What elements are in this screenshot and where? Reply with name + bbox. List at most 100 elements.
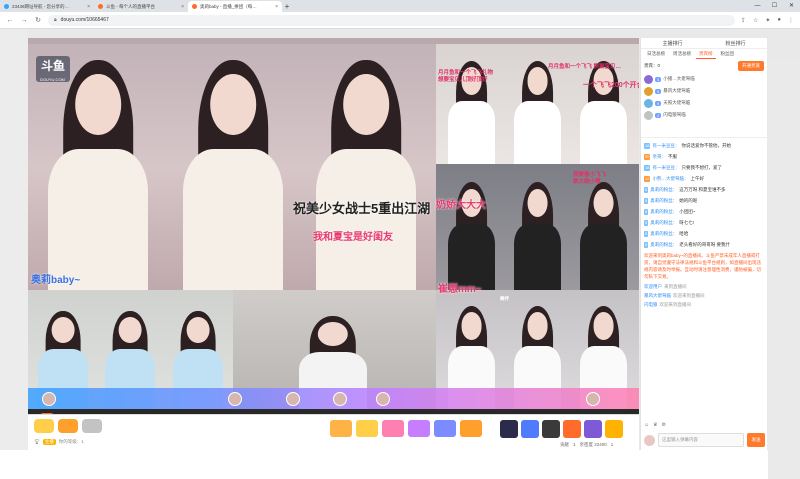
chat-user[interactable]: 奥莉的粉丝： bbox=[650, 206, 677, 217]
room-announcement: 欢迎来到奥莉baby~的直播间。斗鱼严禁未成年人直播或打赏，请自觉遵守法律法规和… bbox=[644, 253, 761, 279]
gift-item[interactable] bbox=[356, 420, 378, 437]
chat-message[interactable]: 18 有一米豆豆： 只要我不想打，爱了 bbox=[644, 162, 765, 173]
new-tab-button[interactable]: + bbox=[282, 2, 292, 12]
chat-text: 小团团~ bbox=[679, 209, 696, 214]
open-noble-button[interactable]: 开通贵族 bbox=[738, 61, 764, 71]
send-button[interactable]: 发送 bbox=[747, 433, 765, 447]
noble-row[interactable]: 3 小猪…大佬驾临 bbox=[644, 73, 764, 85]
extensions-icon[interactable]: ✦ bbox=[765, 17, 770, 24]
enter-user[interactable]: 闪电狼 bbox=[644, 300, 658, 309]
chat-text: 不服 bbox=[667, 154, 677, 159]
sub-tab-vip[interactable]: 贵宾榜 bbox=[696, 50, 716, 59]
enter-text: 欢迎来到直播间 bbox=[673, 293, 705, 298]
chat-message[interactable]: 12 小熊…大佬驾临： 上午好 bbox=[644, 173, 765, 184]
gift-item[interactable] bbox=[605, 420, 623, 438]
bookmark-star-icon[interactable]: ☆ bbox=[753, 17, 758, 24]
chat-panel[interactable]: 18 有一米豆豆： 你说话爱你不管他，开始 20 亲哥： 不服 18 有一米豆豆… bbox=[641, 137, 768, 420]
fan-badge-icon[interactable]: ♛ bbox=[653, 422, 657, 430]
browser-tab-1[interactable]: 斗鱼 - 每个人的直播平台 × bbox=[94, 1, 188, 12]
chat-message[interactable]: 5 奥莉的粉丝： 哈哈 bbox=[644, 228, 765, 239]
gift-item[interactable] bbox=[330, 420, 352, 437]
noble-row[interactable]: 2 闪电狼驾临 bbox=[644, 109, 764, 121]
host-avatar[interactable] bbox=[333, 392, 347, 406]
vip-count: 贵宾：0 bbox=[644, 63, 661, 68]
stream-video[interactable]: 斗鱼 DOUYU.COM 祝美少女战士5重出江湖 我和夏宝是好闺友 奥莉baby… bbox=[28, 38, 639, 415]
reload-icon[interactable]: ↻ bbox=[34, 16, 42, 24]
browser-tab-0[interactable]: 23436网址导航 - 您分享的… × bbox=[0, 1, 94, 12]
chat-user[interactable]: 有一米豆豆： bbox=[652, 162, 679, 173]
video-player[interactable]: 斗鱼 DOUYU.COM 祝美少女战士5重出江湖 我和夏宝是好闺友 奥莉baby… bbox=[28, 38, 639, 443]
lock-icon: 🔒︎ bbox=[54, 17, 57, 23]
chat-user[interactable]: 奥莉的粉丝： bbox=[650, 228, 677, 239]
gift-item[interactable] bbox=[408, 420, 430, 437]
browser-tabbar: 23436网址导航 - 您分享的… × 斗鱼 - 每个人的直播平台 × 奥莉ba… bbox=[0, 0, 800, 12]
sub-tab-fanclub[interactable]: 粉丝团 bbox=[718, 50, 738, 58]
chat-message[interactable]: 5 奥莉的粉丝： 她的的呢 bbox=[644, 195, 765, 206]
chat-user[interactable]: 有一米豆豆： bbox=[652, 140, 679, 151]
sub-tab-weekly[interactable]: 周活总榜 bbox=[670, 50, 694, 58]
user-level-badge: 5 bbox=[644, 186, 649, 193]
gift-btn[interactable] bbox=[34, 419, 54, 433]
back-icon[interactable]: ← bbox=[6, 17, 14, 24]
tab-host-rank[interactable]: 主播排行 bbox=[662, 40, 682, 47]
enter-user[interactable]: 欢迎用户 bbox=[644, 282, 662, 291]
host-avatar[interactable] bbox=[586, 392, 600, 406]
noble-level: 9 bbox=[655, 100, 662, 106]
host-avatar[interactable] bbox=[42, 392, 56, 406]
chat-input[interactable]: 这里输入弹幕内容 bbox=[658, 433, 744, 447]
noble-badge-icon bbox=[644, 110, 653, 120]
close-tab-icon[interactable]: × bbox=[275, 4, 278, 10]
browser-tab-2[interactable]: 奥莉baby - 直播_拼团（每… × bbox=[188, 1, 282, 12]
gift-item[interactable] bbox=[460, 420, 482, 437]
enter-user[interactable]: 暴风大佬驾临 bbox=[644, 291, 671, 300]
profile-icon[interactable]: ● bbox=[777, 17, 781, 24]
avatar[interactable] bbox=[644, 434, 655, 446]
chat-user[interactable]: 奥莉的粉丝： bbox=[650, 195, 677, 206]
chat-message[interactable]: 5 奥莉的粉丝： 这万万呀 和夏宝谁不多 bbox=[644, 184, 765, 195]
gift-item[interactable] bbox=[434, 420, 456, 437]
video-panel-mid-right bbox=[436, 164, 639, 290]
emoji-icon[interactable]: ☺ bbox=[644, 422, 649, 430]
gift-item[interactable] bbox=[584, 420, 602, 438]
chat-message[interactable]: 5 奥莉的粉丝： 呀七七! bbox=[644, 217, 765, 228]
overlay-name-1: 奥莉baby~ bbox=[31, 275, 81, 286]
toolbar-icons: ⇪ ☆ ✦ ● ⋮ bbox=[741, 17, 794, 24]
tab-favicon bbox=[4, 4, 9, 9]
close-tab-icon[interactable]: × bbox=[181, 4, 184, 10]
forward-icon[interactable]: → bbox=[20, 17, 28, 24]
chat-user[interactable]: 小熊…大佬驾临： bbox=[652, 173, 688, 184]
menu-icon[interactable]: ⋮ bbox=[788, 17, 794, 24]
noble-row[interactable]: 5 暴风大佬驾临 bbox=[644, 85, 764, 97]
chat-user[interactable]: 奥莉的粉丝： bbox=[650, 217, 677, 228]
host-avatar[interactable] bbox=[228, 392, 242, 406]
user-level-badge: 20 bbox=[644, 153, 651, 160]
chat-user[interactable]: 奥莉的粉丝： bbox=[650, 184, 677, 195]
gift-item[interactable] bbox=[563, 420, 581, 438]
gift-item[interactable] bbox=[382, 420, 404, 437]
close-window-icon[interactable]: ✕ bbox=[783, 0, 800, 12]
chat-user[interactable]: 奥莉的粉丝： bbox=[650, 239, 677, 250]
gift-item[interactable] bbox=[542, 420, 560, 438]
host-avatar[interactable] bbox=[376, 392, 390, 406]
sub-tab-daily[interactable]: 日活总榜 bbox=[644, 50, 668, 58]
host-avatar[interactable] bbox=[286, 392, 300, 406]
maximize-icon[interactable]: ☐ bbox=[766, 0, 783, 12]
overlay-dance-label: 舞伴 bbox=[500, 296, 509, 301]
gift-items bbox=[330, 420, 482, 437]
barrage-settings-icon[interactable]: ⚙ bbox=[662, 422, 666, 430]
chat-message[interactable]: 5 奥莉的粉丝： 小团团~ bbox=[644, 206, 765, 217]
gift-btn[interactable] bbox=[82, 419, 102, 433]
gift-btn[interactable] bbox=[58, 419, 78, 433]
tab-fan-rank[interactable]: 粉丝排行 bbox=[725, 40, 745, 47]
minimize-icon[interactable]: — bbox=[749, 0, 766, 12]
chat-message[interactable]: 20 亲哥： 不服 bbox=[644, 151, 765, 162]
url-field[interactable]: 🔒︎ douyu.com/10665467 bbox=[48, 14, 735, 26]
chat-message[interactable]: 5 奥莉的粉丝： 老头看好的哥哥呀 要我什 bbox=[644, 239, 765, 250]
noble-row[interactable]: 9 天照大佬驾临 bbox=[644, 97, 764, 109]
chat-user[interactable]: 亲哥： bbox=[652, 151, 666, 162]
gift-item[interactable] bbox=[521, 420, 539, 438]
chat-message[interactable]: 18 有一米豆豆： 你说话爱你不管他，开始 bbox=[644, 140, 765, 151]
share-icon[interactable]: ⇪ bbox=[741, 17, 746, 24]
close-tab-icon[interactable]: × bbox=[87, 4, 90, 10]
gift-item[interactable] bbox=[500, 420, 518, 438]
